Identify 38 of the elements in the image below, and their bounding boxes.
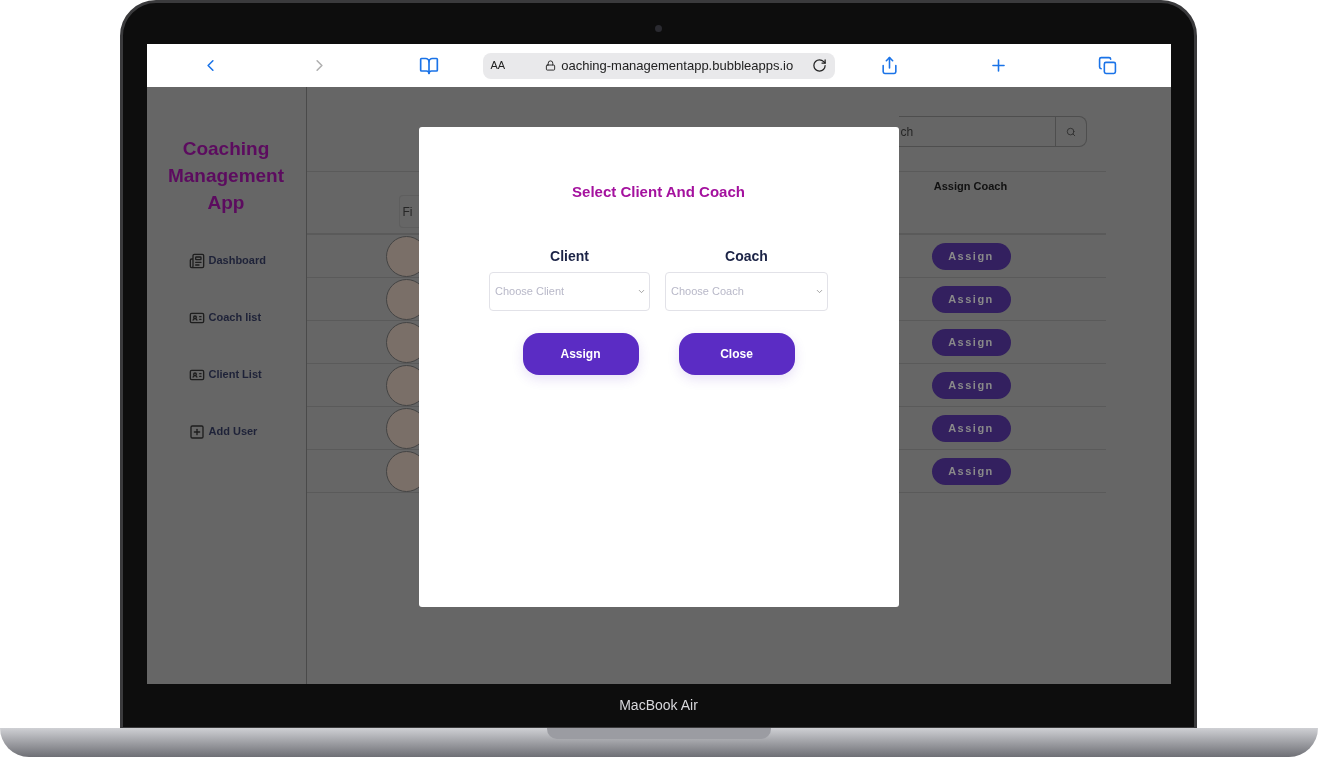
- search-field[interactable]: ch: [898, 116, 1087, 147]
- select-field[interactable]: Choose Coach: [665, 271, 828, 311]
- camera-icon: [655, 25, 662, 32]
- field-label: Coach: [725, 246, 768, 266]
- reload-icon[interactable]: [811, 58, 827, 73]
- select-field[interactable]: Choose Client: [489, 271, 650, 311]
- dialog-button[interactable]: Assign: [522, 332, 639, 375]
- assign-button[interactable]: Assign: [931, 457, 1011, 485]
- address-bar[interactable]: AA oaching-managementapp.bubbleapps.io: [482, 52, 835, 79]
- field-label: Client: [550, 246, 589, 266]
- search-placeholder: ch: [899, 123, 914, 141]
- select-placeholder: Choose Coach: [671, 283, 744, 299]
- newspaper-icon: [188, 252, 205, 269]
- app-title: Coaching Management App: [166, 137, 286, 215]
- column-header: Assign Coach: [933, 179, 1008, 194]
- nav-item[interactable]: Add User: [188, 423, 306, 440]
- assign-button[interactable]: Assign: [931, 414, 1011, 442]
- assign-button[interactable]: Assign: [931, 371, 1011, 399]
- search-icon[interactable]: [1065, 126, 1076, 137]
- url-text: oaching-managementapp.bubbleapps.io: [561, 56, 794, 75]
- tabs-icon[interactable]: [1097, 56, 1117, 75]
- text-size-button[interactable]: AA: [490, 57, 506, 74]
- plus-square-icon: [188, 423, 205, 440]
- assign-button[interactable]: Assign: [931, 328, 1011, 356]
- select-placeholder: Choose Client: [495, 283, 565, 299]
- book-icon[interactable]: [418, 55, 439, 76]
- lock-icon: [545, 60, 557, 71]
- nav-item[interactable]: Coach list: [188, 309, 306, 326]
- nav-item[interactable]: Client List: [188, 366, 306, 383]
- dialog-button[interactable]: Close: [678, 332, 795, 375]
- share-icon[interactable]: [879, 56, 899, 75]
- nav-item[interactable]: Dashboard: [188, 252, 306, 269]
- filter-field[interactable]: Fi: [398, 195, 419, 228]
- device-label: MacBook Air: [619, 696, 698, 715]
- assign-button[interactable]: Assign: [931, 242, 1011, 270]
- assign-button[interactable]: Assign: [931, 285, 1011, 313]
- filter-placeholder: Fi: [402, 203, 413, 221]
- modal-title: Select Client And Coach: [572, 182, 745, 202]
